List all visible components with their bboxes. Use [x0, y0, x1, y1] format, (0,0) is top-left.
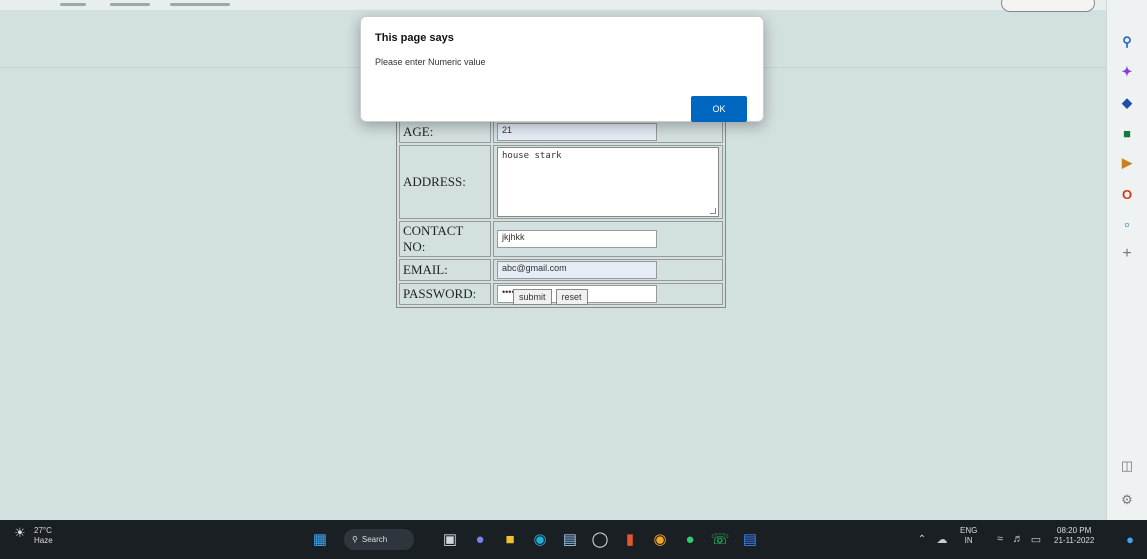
- briefcase-icon[interactable]: ■: [1119, 125, 1135, 141]
- store-icon[interactable]: ▤: [560, 529, 580, 549]
- form-row-address: ADDRESS: house stark: [399, 145, 723, 219]
- clock[interactable]: 08:20 PM 21-11-2022: [1054, 526, 1094, 546]
- contact-field[interactable]: jkjhkk: [497, 230, 657, 248]
- task-view-icon[interactable]: ▣: [440, 529, 460, 549]
- chat-icon[interactable]: ●: [470, 529, 490, 549]
- tab-fragment: [60, 3, 86, 6]
- submit-button[interactable]: submit: [513, 289, 552, 305]
- address-textarea[interactable]: house stark: [497, 147, 719, 217]
- form-row-email: EMAIL: abc@gmail.com: [399, 259, 723, 281]
- browser-top-strip: [0, 0, 1107, 12]
- form-row-contact: CONTACT NO: jkjhkk: [399, 221, 723, 257]
- chevron-up-icon[interactable]: ⌃: [912, 529, 932, 549]
- add-icon[interactable]: +: [1119, 245, 1135, 262]
- taskbar-search[interactable]: ⚲ Search: [344, 529, 414, 550]
- contact-label: CONTACT NO:: [399, 221, 491, 257]
- taskbar: ☀ 27°C Haze ▦ ⚲ Search ▣ ● ■ ◉ ▤ ◯ ▮ ◉ ●…: [0, 520, 1147, 559]
- search-label: Search: [361, 535, 388, 544]
- age-field[interactable]: 21: [497, 123, 657, 141]
- alert-dialog: This page says Please enter Numeric valu…: [360, 16, 764, 122]
- language-indicator[interactable]: ENG IN: [960, 526, 977, 546]
- password-label: PASSWORD:: [399, 283, 491, 305]
- file-explorer-icon[interactable]: ■: [500, 529, 520, 549]
- settings-icon[interactable]: ⚙: [1119, 492, 1135, 508]
- reset-button[interactable]: reset: [555, 289, 588, 305]
- profile-pill[interactable]: [1001, 0, 1095, 12]
- cloud-icon[interactable]: ☁: [932, 529, 952, 549]
- address-value: house stark: [502, 151, 562, 161]
- dialog-title: This page says: [375, 32, 454, 44]
- ok-button[interactable]: OK: [691, 96, 747, 122]
- time: 08:20 PM: [1057, 526, 1092, 535]
- windows-start-icon[interactable]: ▦: [310, 529, 330, 549]
- registration-form: AGE: 21 ADDRESS: house stark CONTACT NO:…: [396, 118, 726, 308]
- age-label: AGE:: [399, 121, 491, 143]
- chrome-icon[interactable]: ◯: [590, 529, 610, 549]
- sparkle-icon[interactable]: ✦: [1119, 64, 1135, 80]
- volume-icon[interactable]: ♬: [1008, 529, 1028, 549]
- edge-icon[interactable]: ◉: [530, 529, 550, 549]
- email-label: EMAIL:: [399, 259, 491, 281]
- notification-icon[interactable]: ●: [1120, 529, 1140, 549]
- date: 21-11-2022: [1054, 536, 1095, 545]
- temperature: 27°C: [34, 526, 52, 535]
- search-icon: ⚲: [352, 535, 358, 544]
- search-icon[interactable]: ⚲: [1119, 34, 1135, 50]
- office-icon[interactable]: O: [1119, 186, 1135, 202]
- email-field[interactable]: abc@gmail.com: [497, 261, 657, 279]
- weather-widget[interactable]: ☀ 27°C Haze: [14, 526, 53, 546]
- weather-condition: Haze: [34, 536, 53, 545]
- address-label: ADDRESS:: [399, 145, 491, 219]
- browser-app-icon[interactable]: ◉: [650, 529, 670, 549]
- dialog-message: Please enter Numeric value: [375, 57, 486, 67]
- wifi-icon[interactable]: ≈: [990, 529, 1010, 549]
- tab-fragment: [170, 3, 230, 6]
- office-app-icon[interactable]: ▮: [620, 529, 640, 549]
- resize-grip-icon[interactable]: [710, 208, 716, 214]
- battery-icon[interactable]: ▭: [1026, 529, 1046, 549]
- form-buttons: submit reset: [513, 289, 588, 305]
- outlook-icon[interactable]: ▫: [1119, 216, 1135, 232]
- tab-fragment: [110, 3, 150, 6]
- whatsapp-icon[interactable]: ☏: [710, 529, 730, 549]
- browser-sidebar: ⚲ ✦ ◆ ■ ▶ O ▫ + ◫ ⚙: [1106, 0, 1147, 520]
- notepad-icon[interactable]: ▤: [740, 529, 760, 549]
- weather-icon: ☀: [14, 525, 26, 540]
- app-icon[interactable]: ●: [680, 529, 700, 549]
- form-row-age: AGE: 21: [399, 121, 723, 143]
- language-code: ENG: [960, 526, 978, 535]
- region-code: IN: [964, 536, 973, 545]
- layout-icon[interactable]: ◫: [1119, 458, 1135, 474]
- tag-icon[interactable]: ◆: [1119, 95, 1135, 111]
- games-icon[interactable]: ▶: [1119, 155, 1135, 171]
